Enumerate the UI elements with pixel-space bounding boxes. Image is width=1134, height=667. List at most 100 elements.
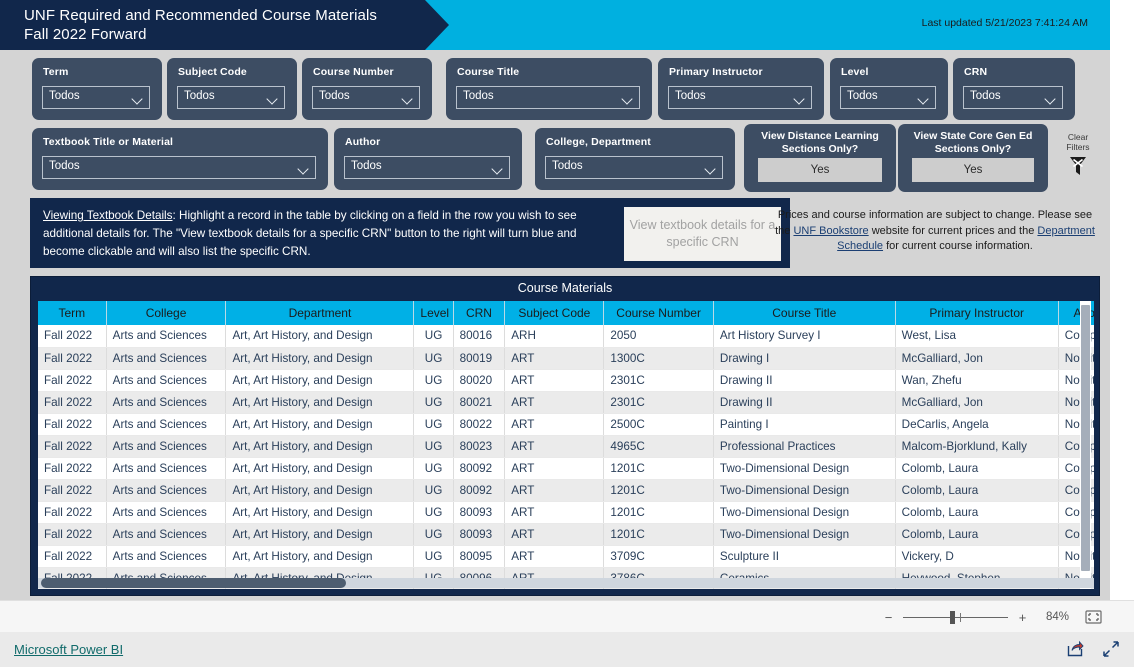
table-column-header[interactable]: Subject Code bbox=[504, 301, 605, 325]
zoom-slider-thumb[interactable] bbox=[950, 610, 955, 624]
table-cell[interactable]: Vickery, D bbox=[895, 545, 1059, 568]
table-cell[interactable]: Wan, Zhefu bbox=[895, 369, 1059, 392]
table-cell[interactable]: 1201C bbox=[603, 479, 714, 502]
table-cell[interactable]: ART bbox=[504, 435, 605, 458]
table-cell[interactable]: ARH bbox=[504, 325, 605, 348]
table-cell[interactable]: Colomb, Laura bbox=[895, 479, 1059, 502]
table-cell[interactable]: 80019 bbox=[453, 347, 506, 370]
table-row[interactable]: Fall 2022Arts and SciencesArt, Art Histo… bbox=[38, 391, 1094, 414]
table-cell[interactable]: UG bbox=[413, 501, 454, 524]
table-cell[interactable]: UG bbox=[413, 325, 454, 348]
table-cell[interactable]: Arts and Sciences bbox=[106, 391, 227, 414]
table-cell[interactable]: Arts and Sciences bbox=[106, 479, 227, 502]
table-cell[interactable]: UG bbox=[413, 435, 454, 458]
table-row[interactable]: Fall 2022Arts and SciencesArt, Art Histo… bbox=[38, 479, 1094, 502]
zoom-slider-track[interactable] bbox=[903, 610, 1008, 624]
table-cell[interactable]: UG bbox=[413, 391, 454, 414]
table-cell[interactable]: ART bbox=[504, 523, 605, 546]
table-cell[interactable]: 2301C bbox=[603, 369, 714, 392]
table-cell[interactable]: Arts and Sciences bbox=[106, 501, 227, 524]
table-cell[interactable]: Colomb, Laura bbox=[895, 457, 1059, 480]
filter-select-course-number[interactable]: Todos bbox=[312, 86, 420, 109]
table-cell[interactable]: 80021 bbox=[453, 391, 506, 414]
table-cell[interactable]: Two-Dimensional Design bbox=[713, 501, 896, 524]
table-cell[interactable]: Arts and Sciences bbox=[106, 523, 227, 546]
filter-card-term[interactable]: Term Todos bbox=[32, 58, 162, 120]
table-row[interactable]: Fall 2022Arts and SciencesArt, Art Histo… bbox=[38, 347, 1094, 370]
table-cell[interactable]: 80093 bbox=[453, 501, 506, 524]
table-column-header[interactable]: Primary Instructor bbox=[895, 301, 1059, 325]
table-cell[interactable]: 2050 bbox=[603, 325, 714, 348]
table-cell[interactable]: UG bbox=[413, 413, 454, 436]
table-cell[interactable]: West, Lisa bbox=[895, 325, 1059, 348]
table-cell[interactable]: McGalliard, Jon bbox=[895, 347, 1059, 370]
table-cell[interactable]: Art, Art History, and Design bbox=[225, 457, 415, 480]
table-cell[interactable]: 80092 bbox=[453, 479, 506, 502]
clear-filters-button[interactable]: Clear Filters bbox=[1058, 132, 1098, 187]
table-cell[interactable]: Art, Art History, and Design bbox=[225, 479, 415, 502]
table-column-header[interactable]: Level bbox=[413, 301, 454, 325]
filter-select-primary-instructor[interactable]: Todos bbox=[668, 86, 812, 109]
table-cell[interactable]: 2301C bbox=[603, 391, 714, 414]
table-cell[interactable]: 80016 bbox=[453, 325, 506, 348]
table-column-header[interactable]: Course Number bbox=[603, 301, 714, 325]
table-cell[interactable]: 80023 bbox=[453, 435, 506, 458]
table-cell[interactable]: Art, Art History, and Design bbox=[225, 413, 415, 436]
table-row[interactable]: Fall 2022Arts and SciencesArt, Art Histo… bbox=[38, 413, 1094, 436]
table-cell[interactable]: 80020 bbox=[453, 369, 506, 392]
table-cell[interactable]: Malcom-Bjorklund, Kally bbox=[895, 435, 1059, 458]
table-row[interactable]: Fall 2022Arts and SciencesArt, Art Histo… bbox=[38, 523, 1094, 546]
table-cell[interactable]: Art, Art History, and Design bbox=[225, 523, 415, 546]
table-cell[interactable]: Art, Art History, and Design bbox=[225, 501, 415, 524]
table-cell[interactable]: ART bbox=[504, 545, 605, 568]
table-cell[interactable]: Colomb, Laura bbox=[895, 523, 1059, 546]
table-cell[interactable]: Arts and Sciences bbox=[106, 457, 227, 480]
filter-select-level[interactable]: Todos bbox=[840, 86, 936, 109]
table-cell[interactable]: Arts and Sciences bbox=[106, 545, 227, 568]
table-cell[interactable]: 3709C bbox=[603, 545, 714, 568]
table-cell[interactable]: ART bbox=[504, 413, 605, 436]
filter-card-state-core-gen-ed[interactable]: View State Core Gen Ed Sections Only? Ye… bbox=[898, 124, 1048, 192]
table-cell[interactable]: 1201C bbox=[603, 457, 714, 480]
filter-card-course-title[interactable]: Course Title Todos bbox=[446, 58, 652, 120]
table-cell[interactable]: Art, Art History, and Design bbox=[225, 435, 415, 458]
table-vertical-scrollbar-thumb[interactable] bbox=[1081, 305, 1090, 571]
zoom-out-button[interactable]: − bbox=[883, 610, 894, 625]
table-cell[interactable]: Arts and Sciences bbox=[106, 435, 227, 458]
table-column-header[interactable]: Department bbox=[225, 301, 415, 325]
view-textbook-details-button[interactable]: View textbook details for a specific CRN bbox=[624, 207, 781, 261]
table-cell[interactable]: ART bbox=[504, 457, 605, 480]
filter-card-primary-instructor[interactable]: Primary Instructor Todos bbox=[658, 58, 824, 120]
table-row[interactable]: Fall 2022Arts and SciencesArt, Art Histo… bbox=[38, 545, 1094, 568]
filter-card-distance-learning[interactable]: View Distance Learning Sections Only? Ye… bbox=[744, 124, 896, 192]
table-cell[interactable]: Two-Dimensional Design bbox=[713, 479, 896, 502]
table-cell[interactable]: Fall 2022 bbox=[38, 391, 107, 414]
table-cell[interactable]: Arts and Sciences bbox=[106, 413, 227, 436]
table-cell[interactable]: UG bbox=[413, 523, 454, 546]
table-cell[interactable]: UG bbox=[413, 347, 454, 370]
table-cell[interactable]: Art, Art History, and Design bbox=[225, 391, 415, 414]
filter-select-subject-code[interactable]: Todos bbox=[177, 86, 285, 109]
table-cell[interactable]: ART bbox=[504, 369, 605, 392]
table-cell[interactable]: 4965C bbox=[603, 435, 714, 458]
table-row[interactable]: Fall 2022Arts and SciencesArt, Art Histo… bbox=[38, 435, 1094, 458]
table-cell[interactable]: Art, Art History, and Design bbox=[225, 369, 415, 392]
table-cell[interactable]: UG bbox=[413, 545, 454, 568]
table-cell[interactable]: UG bbox=[413, 479, 454, 502]
table-cell[interactable]: Art, Art History, and Design bbox=[225, 347, 415, 370]
fit-to-page-icon[interactable] bbox=[1085, 610, 1102, 624]
table-cell[interactable]: Fall 2022 bbox=[38, 501, 107, 524]
share-icon[interactable] bbox=[1066, 640, 1084, 658]
table-cell[interactable]: 1201C bbox=[603, 501, 714, 524]
filter-card-textbook-title[interactable]: Textbook Title or Material Todos bbox=[32, 128, 328, 190]
table-cell[interactable]: Two-Dimensional Design bbox=[713, 457, 896, 480]
table-cell[interactable]: 80095 bbox=[453, 545, 506, 568]
table-cell[interactable]: Arts and Sciences bbox=[106, 325, 227, 348]
table-cell[interactable]: Drawing II bbox=[713, 391, 896, 414]
table-column-header[interactable]: Term bbox=[38, 301, 107, 325]
table-cell[interactable]: Drawing II bbox=[713, 369, 896, 392]
state-core-gen-ed-yes-button[interactable]: Yes bbox=[912, 158, 1034, 182]
filter-select-course-title[interactable]: Todos bbox=[456, 86, 640, 109]
table-cell[interactable]: Fall 2022 bbox=[38, 325, 107, 348]
table-column-header[interactable]: Course Title bbox=[713, 301, 896, 325]
